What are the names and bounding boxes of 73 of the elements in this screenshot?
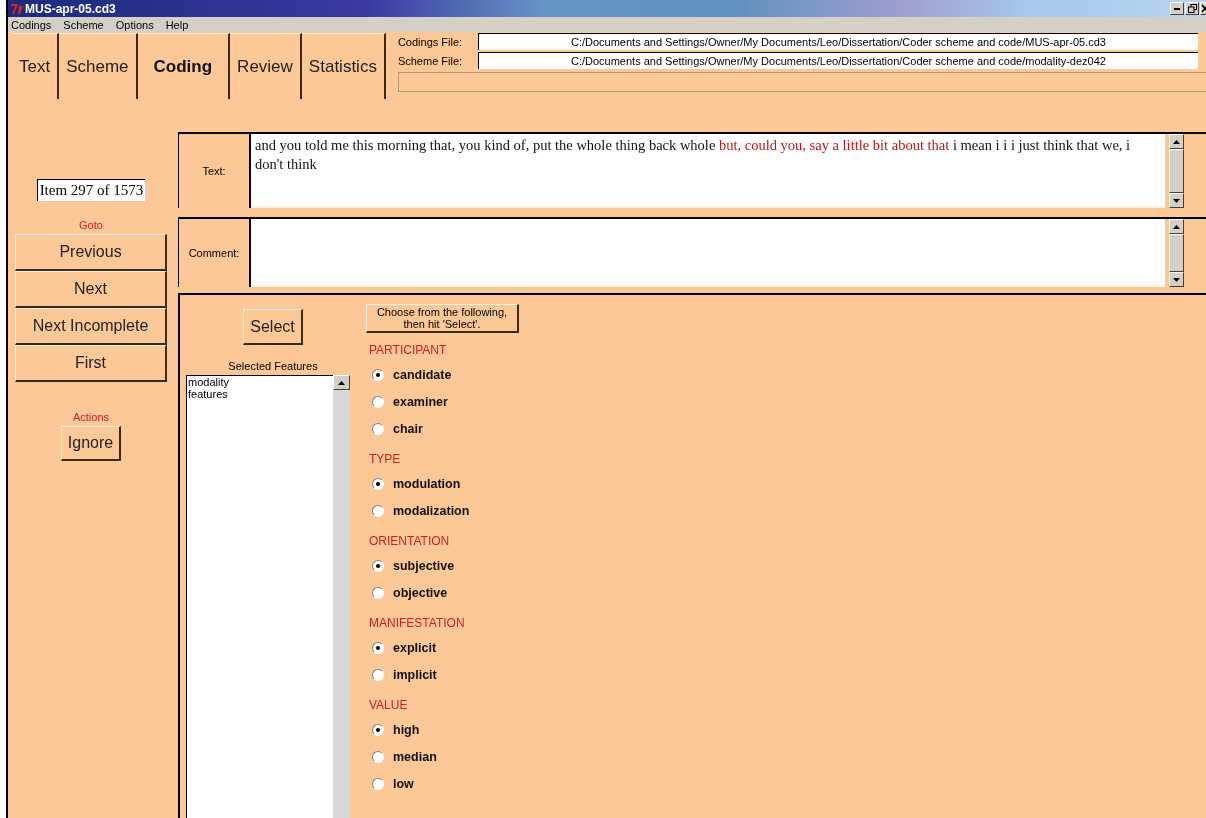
window-title: MUS-apr-05.cd3: [25, 1, 116, 16]
up-arrow-icon: [1173, 224, 1180, 229]
scrollbar[interactable]: [1169, 219, 1184, 287]
tab[interactable]: Text: [12, 33, 60, 99]
app-logo-icon: [10, 2, 24, 15]
radio-button[interactable]: [372, 723, 384, 736]
restore-button[interactable]: [1185, 2, 1199, 15]
section-heading: Goto: [79, 219, 103, 231]
navigation-button[interactable]: Previous: [15, 234, 167, 271]
option-label: examiner: [393, 394, 448, 409]
radio-button[interactable]: [372, 477, 384, 490]
menu-item[interactable]: Codings: [11, 18, 52, 31]
navigation-button[interactable]: Next: [15, 271, 167, 308]
list-item[interactable]: modality: [187, 376, 333, 388]
scrollbar[interactable]: [333, 375, 350, 818]
section-heading: Actions: [72, 411, 110, 423]
option-label: subjective: [393, 558, 455, 573]
radio-button[interactable]: [372, 395, 384, 408]
option-label: implicit: [393, 667, 437, 682]
navigation-button[interactable]: Next Incomplete: [15, 308, 167, 345]
comment-field[interactable]: [251, 219, 1165, 287]
navigation-button[interactable]: First: [15, 345, 167, 382]
radio-button[interactable]: [372, 504, 384, 517]
item-counter-field[interactable]: Item 297 of 1573: [36, 179, 146, 201]
option-label: objective: [393, 585, 448, 600]
menu-item[interactable]: Help: [165, 18, 189, 31]
minimize-icon: [1174, 7, 1180, 10]
group-heading: VALUE: [369, 697, 408, 714]
tab[interactable]: Coding: [137, 33, 231, 99]
radio-button[interactable]: [372, 559, 384, 572]
group-heading: TYPE: [369, 451, 401, 468]
radio-button[interactable]: [372, 368, 384, 381]
option-label: high: [393, 722, 420, 737]
select-button[interactable]: Select: [243, 309, 303, 345]
option-label: candidate: [393, 367, 452, 382]
instruction-label: Choose from the following, then hit 'Select'.: [366, 304, 519, 333]
radio-button[interactable]: [372, 586, 384, 599]
radio-button[interactable]: [372, 750, 384, 763]
option-label: modulation: [393, 476, 461, 491]
close-button[interactable]: [1200, 2, 1206, 15]
tab[interactable]: Scheme: [59, 33, 138, 99]
radio-button[interactable]: [372, 641, 384, 654]
option-label: modalization: [393, 503, 470, 518]
list-item[interactable]: features: [187, 388, 333, 400]
down-arrow-icon: [1173, 277, 1180, 282]
radio-button[interactable]: [372, 777, 384, 790]
features-list[interactable]: modality features: [186, 375, 333, 818]
down-arrow-icon: [1173, 198, 1180, 203]
scrollbar[interactable]: [1169, 134, 1184, 208]
file-path-field[interactable]: C:/Documents and Settings/Owner/My Documents/Leo/Dissertation/Coder scheme and code/MUS-apr-05.cd3: [477, 33, 1198, 50]
menu-item[interactable]: Scheme: [63, 18, 104, 31]
up-arrow-icon: [338, 380, 345, 385]
text-area[interactable]: and you told me this morning that, you kind of, put the whole thing back whole but, could you, say a little bit about that i mean i i i just think that we, i don't think: [251, 134, 1165, 208]
option-label: median: [393, 749, 437, 764]
minimize-button[interactable]: [1170, 2, 1184, 15]
menu-item[interactable]: Options: [115, 18, 154, 31]
option-label: explicit: [393, 640, 437, 655]
option-label: low: [393, 776, 414, 791]
file-path-field[interactable]: C:/Documents and Settings/Owner/My Documents/Leo/Dissertation/Coder scheme and code/modality-dez042: [477, 52, 1198, 69]
option-label: chair: [393, 421, 423, 436]
tab[interactable]: Statistics: [301, 33, 386, 99]
radio-button[interactable]: [372, 668, 384, 681]
list-heading: Selected Features: [228, 360, 318, 372]
group-heading: MANIFESTATION: [369, 615, 465, 632]
file-label: Codings File:: [397, 35, 464, 48]
radio-button[interactable]: [372, 422, 384, 435]
ignore-button[interactable]: Ignore: [60, 426, 122, 461]
transcript-text: and you told me this morning that, you kind of, put the whole thing back whole but, could you, say a little bit about that i mean i i i just think that we, i don't think: [255, 136, 1132, 174]
group-heading: PARTICIPANT: [369, 342, 447, 359]
group-heading: ORIENTATION: [369, 533, 450, 550]
file-label: Scheme File:: [397, 54, 464, 67]
up-arrow-icon: [1173, 139, 1180, 144]
tab[interactable]: Review: [230, 33, 302, 99]
